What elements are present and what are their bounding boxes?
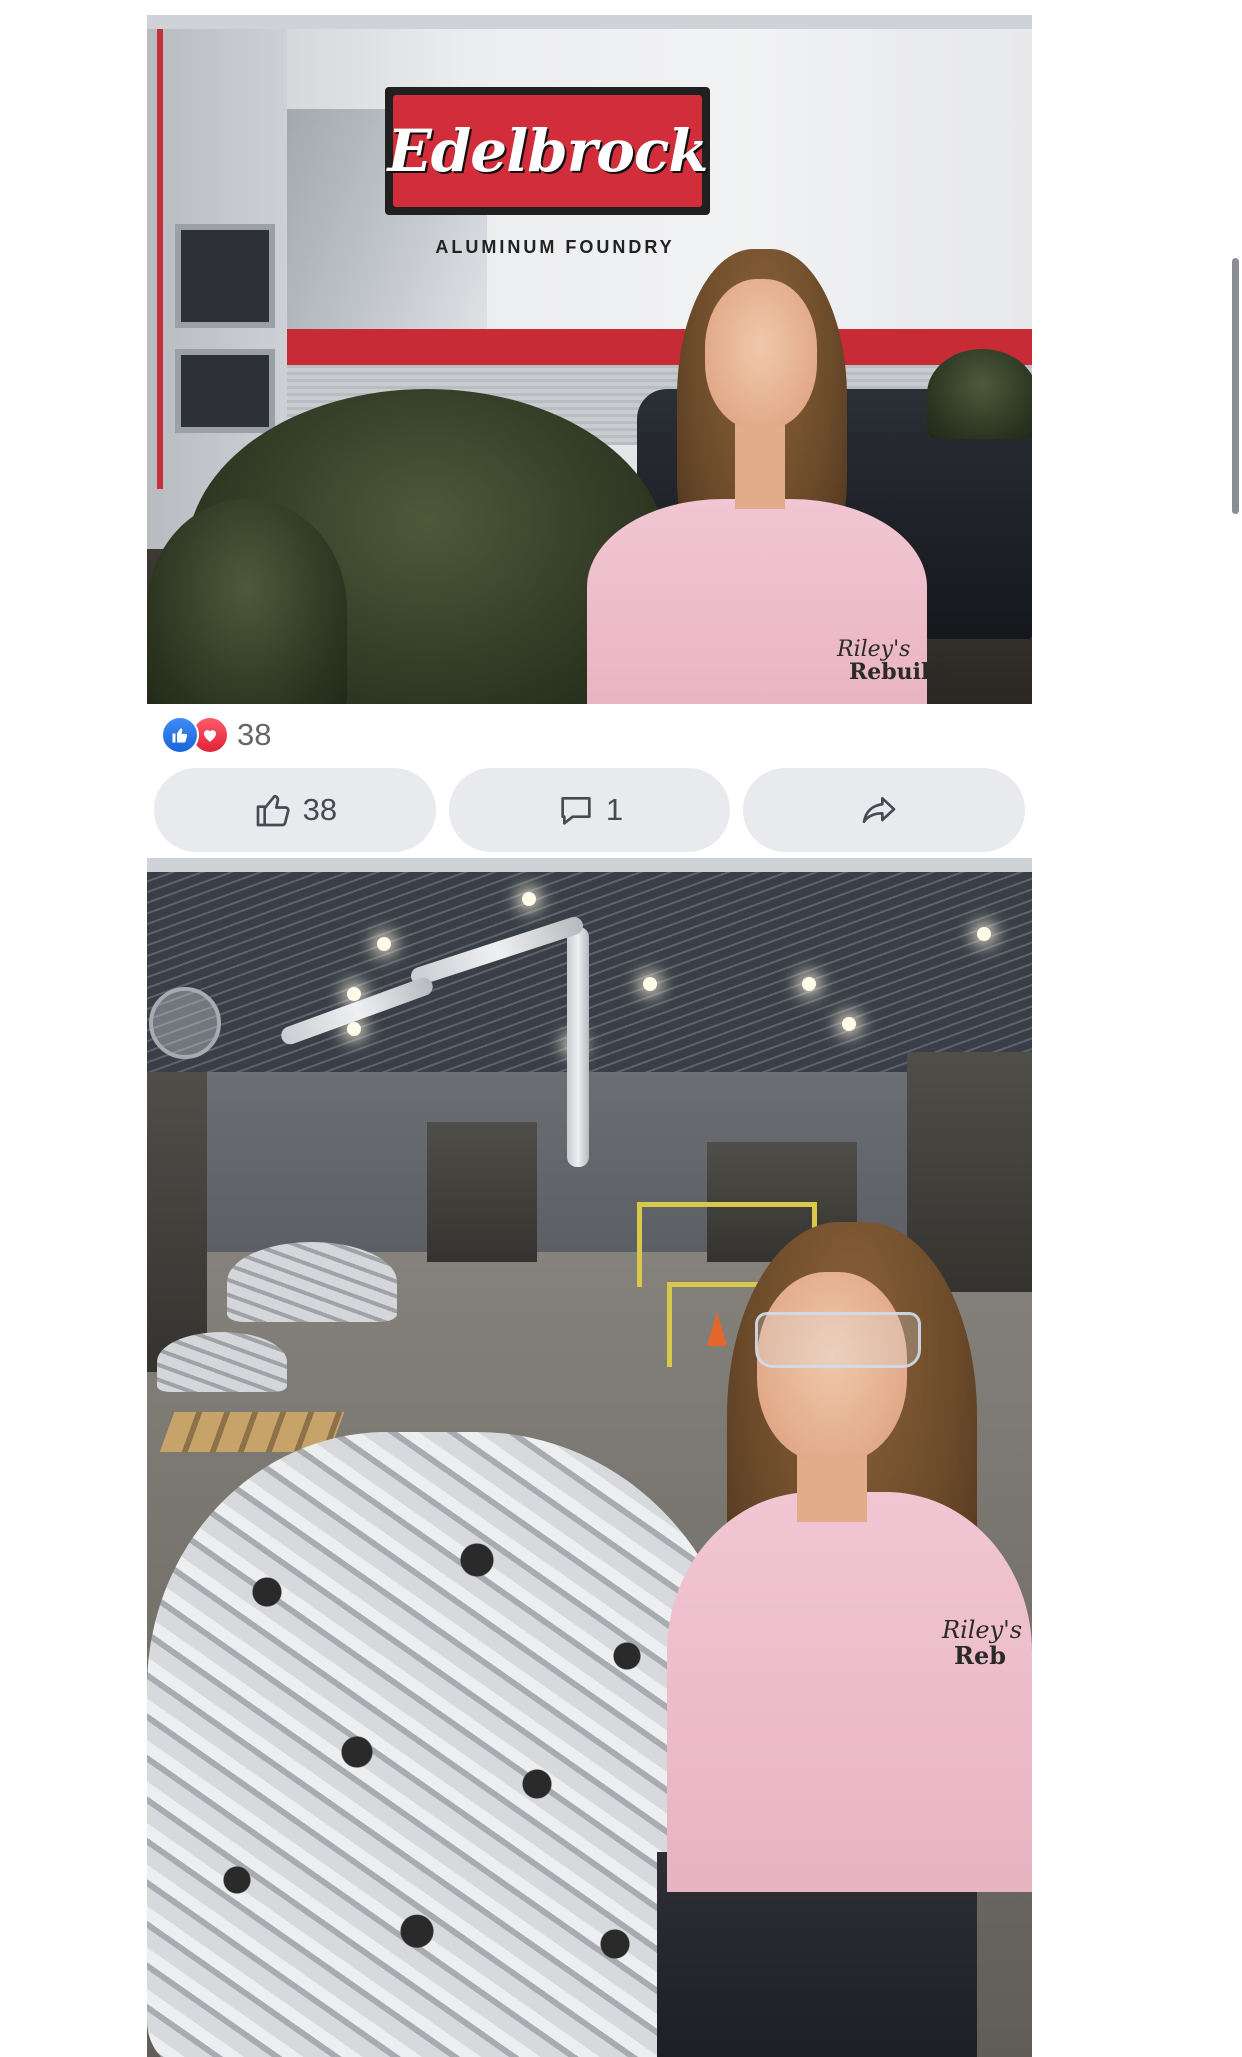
shirt-logo: Riley's Rebuild <box>837 637 945 685</box>
share-button[interactable] <box>743 768 1026 852</box>
shrub <box>147 499 347 704</box>
sign-text: Edelbrock <box>387 117 709 185</box>
post-photo-factory-exterior[interactable]: Edelbrock ALUMINUM FOUNDRY Riley's Rebui… <box>147 15 1032 704</box>
scrollbar[interactable] <box>1232 258 1239 514</box>
person-riley: Riley's Rebuild <box>587 239 945 704</box>
shirt-logo-line1: Riley's <box>837 637 911 662</box>
shirt-logo-line2: Reb <box>954 1641 1006 1670</box>
factory-ceiling <box>147 872 1032 1102</box>
ceiling-light <box>377 937 391 951</box>
building-red-trim <box>157 29 163 489</box>
like-button[interactable]: 38 <box>154 768 436 852</box>
ceiling-light <box>977 927 991 941</box>
parts-pile <box>157 1332 287 1392</box>
ceiling-light <box>347 1022 361 1036</box>
person-riley: Riley's Reb <box>647 1212 1032 2057</box>
ceiling-light <box>347 987 361 1001</box>
wall-fan <box>149 987 221 1059</box>
comment-icon <box>561 797 591 825</box>
parts-pile <box>227 1242 397 1322</box>
reaction-count: 38 <box>237 717 272 752</box>
like-count: 38 <box>302 792 338 827</box>
reaction-icons <box>161 716 229 754</box>
face <box>705 279 817 429</box>
shirt-logo-line2: Rebuild <box>849 659 945 685</box>
building-window <box>175 349 275 433</box>
shirt-logo: Riley's Reb <box>942 1617 1022 1669</box>
safety-glasses <box>755 1312 921 1368</box>
post-photo-factory-interior[interactable]: Riley's Reb <box>147 858 1032 2057</box>
ceiling-light <box>522 892 536 906</box>
pink-shirt <box>667 1492 1032 1892</box>
reaction-summary[interactable]: 38 <box>147 704 1032 766</box>
ceiling-light <box>802 977 816 991</box>
comment-count: 1 <box>605 792 624 827</box>
exhaust-duct <box>567 927 589 1167</box>
shirt-logo-line1: Riley's <box>942 1616 1023 1644</box>
building-window <box>175 224 275 328</box>
edelbrock-sign: Edelbrock <box>385 87 710 215</box>
machinery <box>427 1122 537 1262</box>
ceiling-light <box>643 977 657 991</box>
shrub <box>927 349 1032 439</box>
thumbs-up-icon <box>256 794 290 827</box>
post-feed: Edelbrock ALUMINUM FOUNDRY Riley's Rebui… <box>147 0 1032 2057</box>
post-actions: 38 1 <box>147 768 1032 852</box>
machinery <box>147 1072 207 1372</box>
like-icon <box>161 716 199 754</box>
share-icon <box>862 797 896 823</box>
ceiling-light <box>842 1017 856 1031</box>
comment-button[interactable]: 1 <box>448 768 731 852</box>
